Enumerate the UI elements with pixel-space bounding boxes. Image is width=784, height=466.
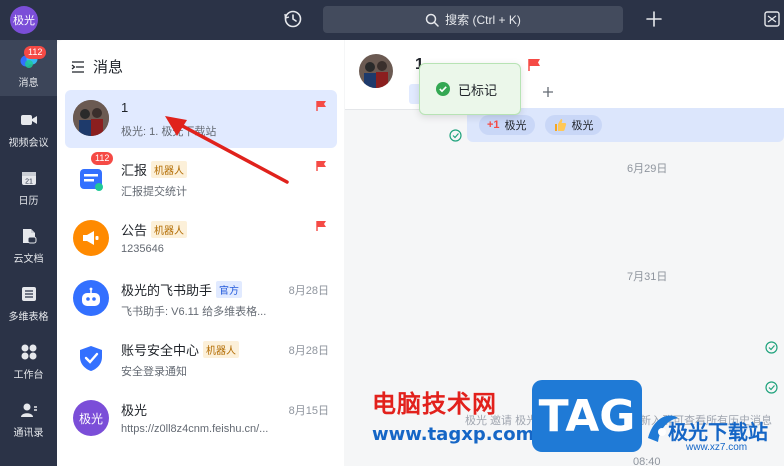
conversation-name: 1 bbox=[121, 100, 129, 115]
top-bar: 极光 搜索 (Ctrl + K) bbox=[0, 0, 784, 40]
conversation-name: 账号安全中心 机器人 bbox=[121, 340, 240, 359]
rail-label: 日历 bbox=[18, 196, 39, 207]
add-tab-icon[interactable] bbox=[542, 86, 554, 98]
read-receipt-icon bbox=[765, 341, 778, 354]
rail-item-contacts[interactable]: 通讯录 bbox=[0, 390, 57, 446]
avatar bbox=[73, 280, 109, 316]
conversation-item[interactable]: 极光 极光 https://z0ll8z4cnm.feishu.cn/... 8… bbox=[65, 390, 337, 448]
rail-label: 工作台 bbox=[13, 370, 44, 381]
contacts-icon bbox=[20, 403, 37, 417]
avatar bbox=[73, 220, 109, 256]
grid-table-icon bbox=[21, 287, 36, 301]
apps-icon bbox=[21, 344, 36, 360]
rail-item-video-meeting[interactable]: 视频会议 bbox=[0, 100, 57, 156]
rail-item-cloud-docs[interactable]: 云文档 bbox=[0, 216, 57, 272]
read-receipt-icon bbox=[449, 129, 462, 142]
flag-icon[interactable] bbox=[315, 160, 327, 172]
reaction-user: 极光 bbox=[571, 120, 594, 132]
rail-item-bitable[interactable]: 多维表格 bbox=[0, 274, 57, 330]
watermark-url: www.tagxp.com bbox=[372, 424, 535, 445]
rail-label: 通讯录 bbox=[13, 428, 44, 439]
conversation-list: 消息 1 极光: 1. 极光下载站 112 汇报 机器人 汇报提交统计 公告 机… bbox=[57, 40, 344, 466]
conversation-preview: 安全登录通知 bbox=[121, 366, 187, 378]
rail-label: 消息 bbox=[18, 78, 39, 89]
search-bar[interactable]: 搜索 (Ctrl + K) bbox=[323, 6, 623, 33]
robot-icon bbox=[82, 287, 100, 306]
bot-tag: 机器人 bbox=[151, 221, 188, 238]
plus-one-icon: +1 bbox=[487, 119, 500, 131]
conversation-date: 8月28日 bbox=[288, 345, 329, 357]
unread-badge: 112 bbox=[91, 152, 114, 165]
watermark-logo-url: www.xz7.com bbox=[686, 442, 748, 453]
rail-item-calendar[interactable]: 21 日历 bbox=[0, 158, 57, 214]
conversation-date: 8月28日 bbox=[288, 285, 329, 297]
window-icon[interactable] bbox=[762, 9, 782, 29]
date-separator: 7月31日 bbox=[627, 271, 668, 283]
date-separator: 6月29日 bbox=[627, 163, 668, 175]
conversation-name: 极光 bbox=[121, 403, 148, 418]
avatar: 极光 bbox=[73, 400, 109, 436]
group-photo-icon bbox=[359, 54, 393, 88]
watermark-text: 电脑技术网 bbox=[372, 390, 497, 418]
left-nav-rail: 112 消息 视频会议 21 日历 云文档 多维表格 工作台 通讯录 bbox=[0, 40, 57, 466]
conversation-preview: 飞书助手: V6.11 给多维表格... bbox=[121, 306, 267, 318]
cloud-doc-icon bbox=[22, 229, 36, 244]
user-avatar[interactable]: 极光 bbox=[10, 6, 38, 34]
report-bot-icon bbox=[80, 169, 103, 191]
video-icon bbox=[20, 115, 37, 125]
history-icon[interactable] bbox=[282, 8, 304, 30]
annotation-arrow bbox=[165, 116, 289, 184]
collapse-menu-icon[interactable] bbox=[71, 60, 85, 73]
reaction-chip[interactable]: +1 极光 bbox=[479, 115, 535, 135]
watermark-logo: TAG bbox=[532, 380, 642, 452]
conversation-preview: 1235646 bbox=[121, 243, 164, 255]
conversation-item[interactable]: 公告 机器人 1235646 bbox=[65, 210, 337, 268]
chat-avatar[interactable] bbox=[359, 54, 393, 88]
megaphone-icon bbox=[83, 231, 99, 245]
avatar bbox=[73, 160, 109, 196]
rail-item-workplace[interactable]: 工作台 bbox=[0, 332, 57, 388]
bot-tag: 机器人 bbox=[203, 341, 240, 358]
flag-icon[interactable] bbox=[315, 220, 327, 232]
messages-badge: 112 bbox=[24, 46, 47, 59]
shield-icon bbox=[80, 346, 102, 371]
official-tag: 官方 bbox=[216, 281, 243, 298]
search-icon bbox=[425, 13, 439, 27]
toast-text: 已标记 bbox=[458, 82, 498, 98]
reaction-chip[interactable]: 极光 bbox=[544, 115, 602, 135]
conversation-item[interactable]: 账号安全中心 机器人 安全登录通知 8月28日 bbox=[65, 330, 337, 388]
message-time: 08:40 bbox=[633, 456, 661, 466]
conversation-name: 公告 机器人 bbox=[121, 220, 188, 239]
avatar bbox=[73, 340, 109, 376]
check-circle-icon bbox=[436, 82, 450, 96]
conversation-item[interactable]: 极光的飞书助手 官方 飞书助手: V6.11 给多维表格... 8月28日 bbox=[65, 270, 337, 328]
rail-label: 多维表格 bbox=[8, 312, 49, 323]
calendar-icon: 21 bbox=[21, 172, 36, 186]
svg-text:21: 21 bbox=[25, 179, 33, 186]
flag-icon[interactable] bbox=[315, 100, 327, 112]
search-label: 搜索 (Ctrl + K) bbox=[445, 13, 521, 27]
conversation-name: 极光的飞书助手 官方 bbox=[121, 280, 243, 299]
conversation-date: 8月15日 bbox=[288, 405, 329, 417]
toast-notification: 已标记 bbox=[419, 63, 521, 115]
rail-item-messages[interactable]: 112 消息 bbox=[0, 40, 57, 96]
plus-icon[interactable] bbox=[643, 8, 665, 30]
group-photo-icon bbox=[73, 100, 109, 136]
thumbs-up-icon bbox=[554, 119, 566, 131]
flag-icon[interactable] bbox=[527, 58, 541, 72]
rail-label: 云文档 bbox=[13, 254, 44, 265]
list-title: 消息 bbox=[93, 59, 124, 76]
conversation-preview: https://z0ll8z4cnm.feishu.cn/... bbox=[121, 423, 269, 435]
reaction-user: 极光 bbox=[504, 120, 527, 132]
watermark-logo-text: 极光下载站 bbox=[668, 420, 768, 444]
avatar bbox=[73, 100, 109, 136]
chat-header: 1 bbox=[345, 40, 784, 110]
rail-label: 视频会议 bbox=[8, 138, 49, 149]
read-receipt-icon bbox=[765, 381, 778, 394]
list-header: 消息 bbox=[71, 56, 123, 77]
